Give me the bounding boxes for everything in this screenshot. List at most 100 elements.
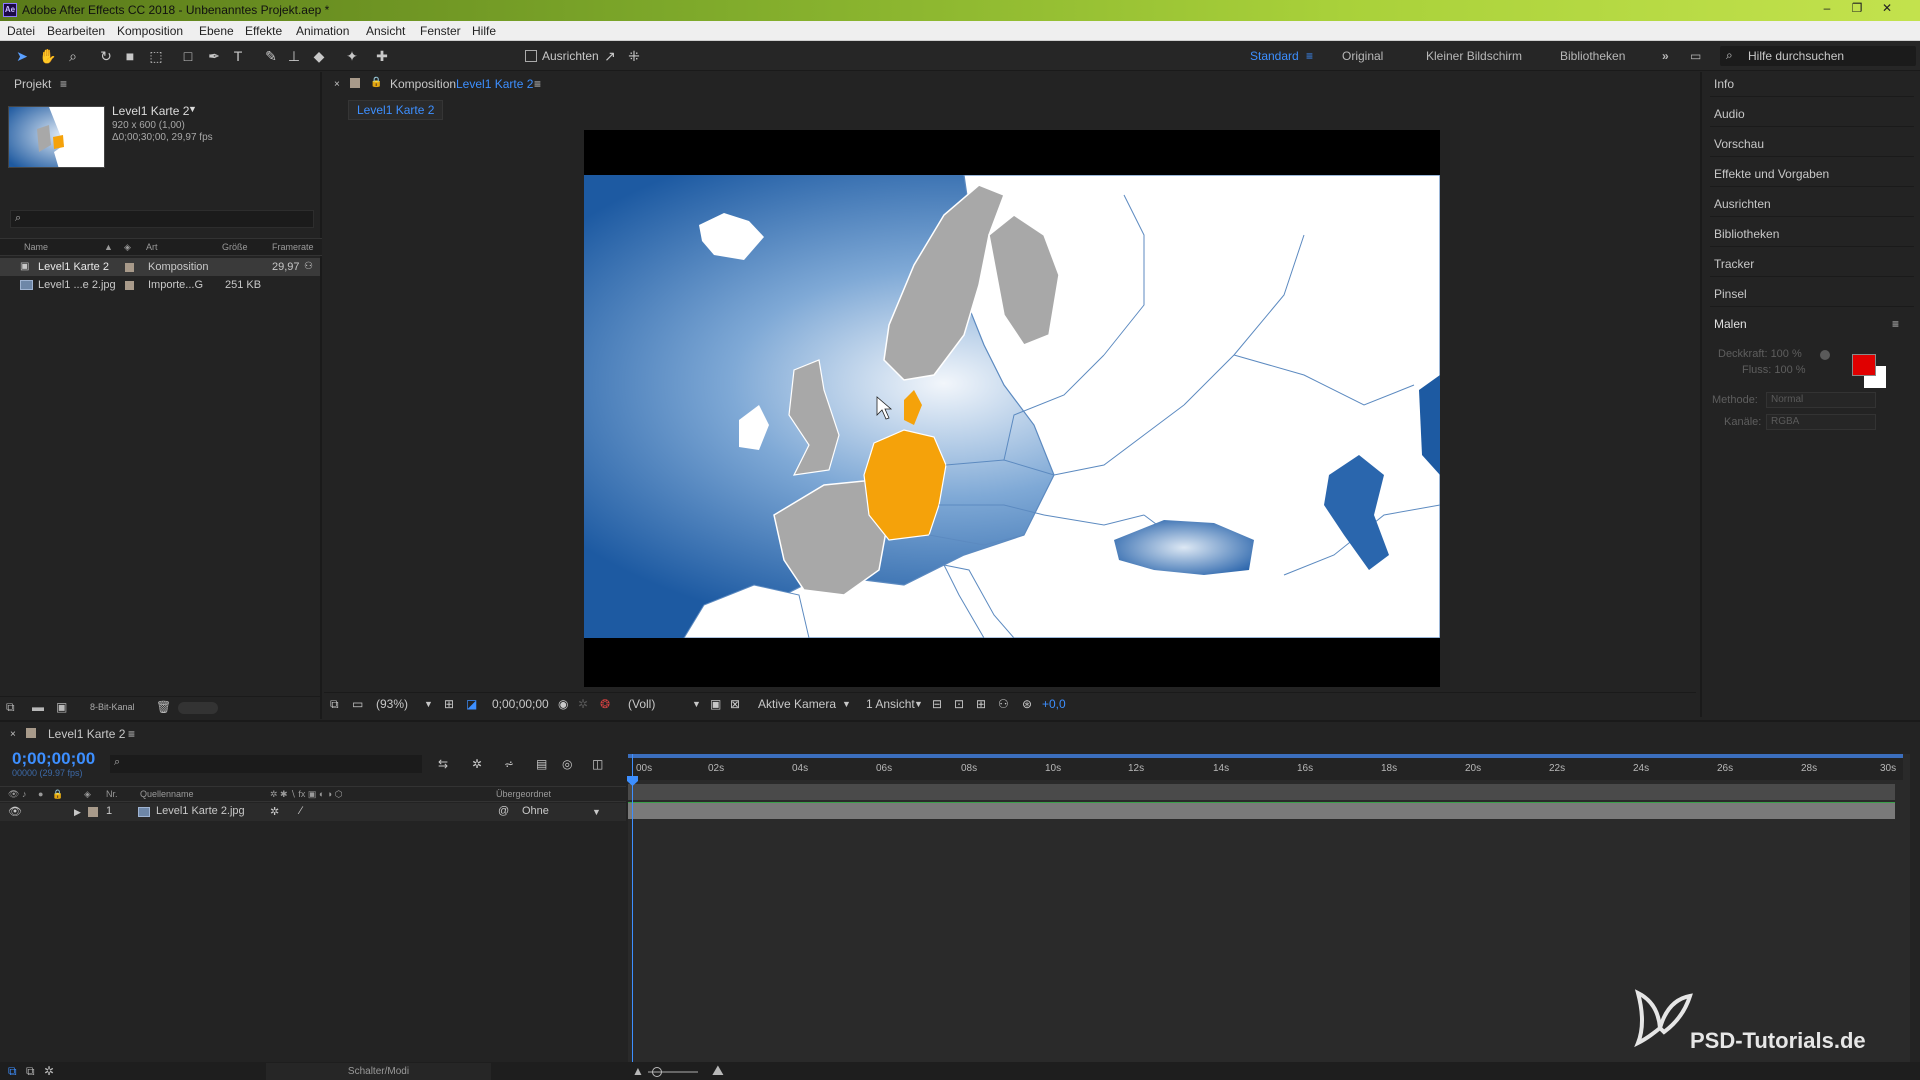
fast-previews-icon[interactable]: ⊡ bbox=[954, 697, 964, 711]
project-item-row[interactable]: Level1 ...e 2.jpg Importe...G 251 KB bbox=[0, 276, 320, 294]
quality-switch-icon[interactable]: ∕ bbox=[300, 805, 302, 817]
current-time-indicator[interactable] bbox=[632, 754, 633, 1080]
close-icon[interactable]: × bbox=[10, 729, 16, 740]
bit-depth-button[interactable]: 8-Bit-Kanal bbox=[90, 702, 135, 712]
close-icon[interactable]: × bbox=[334, 79, 340, 90]
snap-icon[interactable]: ↗ bbox=[600, 46, 620, 66]
graph-editor-icon[interactable]: ◫ bbox=[592, 757, 603, 771]
toggle-pixel-aspect-icon[interactable]: ⊟ bbox=[932, 697, 942, 711]
resolution-select[interactable]: (Voll) bbox=[628, 697, 655, 711]
zoom-out-icon[interactable]: ▲ bbox=[632, 1064, 644, 1078]
col-name[interactable]: Name bbox=[24, 242, 48, 252]
thumbnail-slider[interactable] bbox=[178, 702, 218, 714]
workspace-standard[interactable]: Standard bbox=[1250, 49, 1299, 63]
eraser-tool-icon[interactable]: ◆ bbox=[309, 46, 329, 66]
align-checkbox[interactable] bbox=[525, 50, 537, 62]
switches-icons[interactable]: ✲ ✱ ∖ fx ▣ ◐ ◑ ⬡ bbox=[270, 789, 343, 800]
col-framerate[interactable]: Framerate bbox=[272, 242, 314, 252]
draft-3d-icon[interactable]: ✲ bbox=[472, 757, 482, 771]
paint-flow[interactable]: Fluss: 100 % bbox=[1742, 364, 1806, 376]
mask-toggle-icon[interactable]: ◪ bbox=[466, 697, 477, 711]
motion-blur-icon[interactable]: ◎ bbox=[562, 757, 572, 771]
paint-opacity[interactable]: Deckkraft: 100 % bbox=[1718, 348, 1802, 360]
time-ruler[interactable]: 00s 02s 04s 06s 08s 10s 12s 14s 16s 18s … bbox=[628, 758, 1903, 780]
menu-file[interactable]: Datei bbox=[7, 24, 35, 38]
clone-stamp-tool-icon[interactable]: ⊥ bbox=[284, 46, 304, 66]
more-workspaces-icon[interactable]: » bbox=[1662, 49, 1669, 63]
panel-audio[interactable]: Audio bbox=[1714, 107, 1745, 121]
selection-tool-icon[interactable]: ➤ bbox=[12, 46, 32, 66]
roto-brush-tool-icon[interactable]: ✦ bbox=[342, 46, 362, 66]
panel-menu-icon[interactable]: ≡ bbox=[128, 727, 135, 741]
panel-info[interactable]: Info bbox=[1714, 77, 1734, 91]
lock-icon[interactable]: 🔒 bbox=[52, 789, 63, 800]
panel-align[interactable]: Ausrichten bbox=[1714, 197, 1771, 211]
expand-triangle-icon[interactable]: ▶ bbox=[74, 807, 81, 818]
panel-paint[interactable]: Malen bbox=[1714, 317, 1747, 331]
panel-layout-icon[interactable]: ▭ bbox=[1690, 49, 1701, 63]
timeline-current-time[interactable]: 0;00;00;00 bbox=[12, 749, 95, 769]
panel-libraries[interactable]: Bibliotheken bbox=[1714, 227, 1779, 241]
camera-tool-icon[interactable]: ■ bbox=[120, 46, 140, 66]
rotate-tool-icon[interactable]: ↻ bbox=[96, 46, 116, 66]
eye-icon[interactable]: 👁 bbox=[8, 805, 22, 818]
current-time[interactable]: 0;00;00;00 bbox=[492, 697, 549, 711]
solo-icon[interactable]: ● bbox=[38, 789, 43, 799]
menu-help[interactable]: Hilfe bbox=[472, 24, 496, 38]
timeline-layer-row[interactable]: 👁 ▶ 1 Level1 Karte 2.jpg ✲ ∕ @ Ohne ▼ bbox=[0, 803, 626, 821]
transparency-grid-icon[interactable]: ⊠ bbox=[730, 697, 740, 711]
menu-animation[interactable]: Animation bbox=[296, 24, 349, 38]
paint-method-select[interactable]: Normal bbox=[1766, 392, 1876, 408]
paint-channels-select[interactable]: RGBA bbox=[1766, 414, 1876, 430]
pan-behind-tool-icon[interactable]: ⬚ bbox=[146, 46, 166, 66]
text-tool-icon[interactable]: T bbox=[228, 46, 248, 66]
shy-switch-icon[interactable]: ✲ bbox=[270, 805, 279, 818]
menu-effects[interactable]: Effekte bbox=[245, 24, 282, 38]
workspace-original[interactable]: Original bbox=[1342, 49, 1383, 63]
layer-switches-icon[interactable]: ⧉ bbox=[8, 1064, 17, 1079]
color-channels-icon[interactable]: ❂ bbox=[600, 697, 610, 711]
workspace-small-screen[interactable]: Kleiner Bildschirm bbox=[1426, 49, 1522, 63]
comp-tab[interactable]: Level1 Karte 2 bbox=[348, 100, 444, 120]
col-nr[interactable]: Nr. bbox=[106, 789, 118, 799]
toggle-switches-modes[interactable]: Schalter/Modi bbox=[266, 1063, 491, 1080]
minimize-icon[interactable]: – bbox=[1816, 1, 1838, 19]
in-out-icon[interactable]: ✲ bbox=[44, 1064, 54, 1078]
timeline-icon[interactable]: ⊞ bbox=[976, 697, 986, 711]
project-search-input[interactable]: ⌕ bbox=[10, 210, 314, 228]
workspace-menu-icon[interactable]: ≡ bbox=[1306, 49, 1313, 63]
chevron-down-icon[interactable]: ▼ bbox=[692, 699, 701, 709]
label-swatch[interactable] bbox=[88, 807, 98, 817]
label-swatch[interactable] bbox=[125, 263, 134, 272]
composition-mini-flowchart-icon[interactable]: ⇆ bbox=[438, 757, 448, 771]
chevron-down-icon[interactable]: ▼ bbox=[914, 699, 923, 709]
monitor-icon[interactable]: ▭ bbox=[352, 697, 363, 711]
always-preview-icon[interactable]: ⧉ bbox=[330, 697, 339, 712]
panel-tracker[interactable]: Tracker bbox=[1714, 257, 1754, 271]
rectangle-tool-icon[interactable]: □ bbox=[178, 46, 198, 66]
hand-tool-icon[interactable]: ✋ bbox=[38, 46, 58, 66]
audio-toggle-icon[interactable]: ♪ bbox=[22, 789, 27, 799]
menu-layer[interactable]: Ebene bbox=[199, 24, 234, 38]
fit-icon[interactable]: ⊞ bbox=[444, 697, 454, 711]
panel-menu-icon[interactable]: ≡ bbox=[534, 77, 541, 91]
chevron-down-icon[interactable]: ▼ bbox=[592, 807, 601, 817]
panel-preview[interactable]: Vorschau bbox=[1714, 137, 1764, 151]
exposure-value[interactable]: +0,0 bbox=[1042, 697, 1066, 711]
brush-tool-icon[interactable]: ✎ bbox=[261, 46, 281, 66]
label-tag-icon[interactable]: ◈ bbox=[84, 789, 91, 800]
menu-window[interactable]: Fenster bbox=[420, 24, 461, 38]
lock-icon[interactable]: 🔒 bbox=[370, 77, 382, 88]
zoom-tool-icon[interactable]: ⌕ bbox=[63, 46, 83, 66]
chevron-down-icon[interactable]: ▼ bbox=[842, 699, 851, 709]
trash-icon[interactable]: 🗑 bbox=[156, 700, 171, 714]
sort-asc-icon[interactable]: ▲ bbox=[104, 242, 113, 252]
transfer-controls-icon[interactable]: ⧉ bbox=[26, 1064, 35, 1079]
zoom-level[interactable]: (93%) bbox=[376, 697, 408, 711]
flowchart-icon[interactable]: ⚇ bbox=[304, 261, 313, 272]
label-swatch[interactable] bbox=[125, 281, 134, 290]
layer-duration-bar[interactable] bbox=[628, 802, 1895, 819]
region-of-interest-icon[interactable]: ▣ bbox=[710, 697, 721, 711]
panel-brushes[interactable]: Pinsel bbox=[1714, 287, 1747, 301]
comp-panel-label[interactable]: Komposition bbox=[390, 77, 456, 91]
